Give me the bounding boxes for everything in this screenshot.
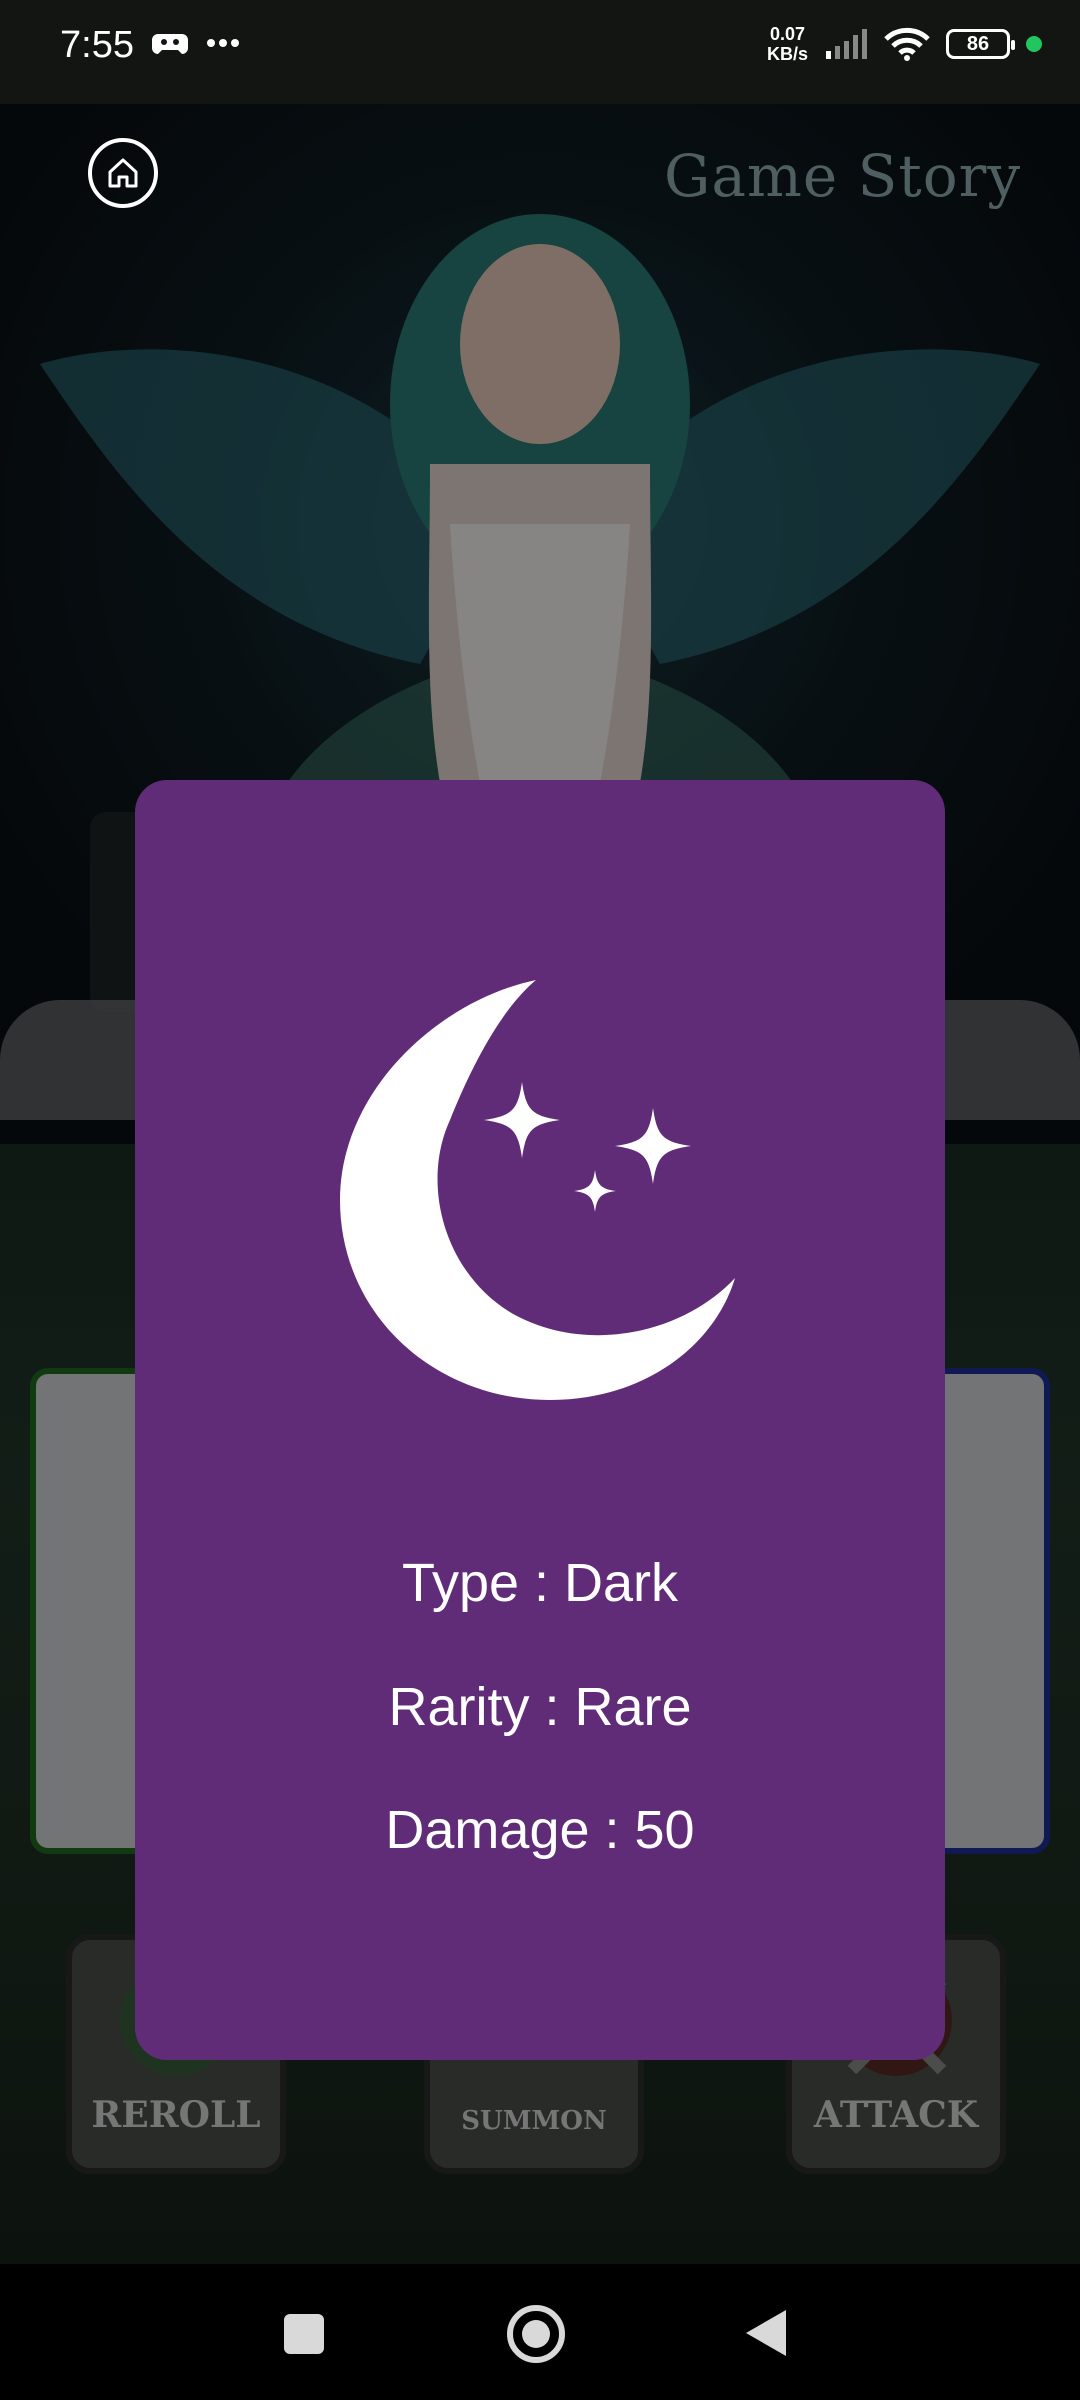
battery-indicator: 86 (946, 29, 1015, 59)
privacy-indicator-dot (1026, 36, 1042, 52)
home-nav-icon[interactable] (504, 2302, 568, 2366)
status-time: 7:55 (60, 24, 134, 66)
card-rarity: Rarity : Rare (388, 1677, 692, 1737)
wifi-icon (884, 27, 930, 61)
card-damage: Damage : 50 (385, 1800, 695, 1860)
game-controller-icon (152, 34, 188, 54)
status-notification-icons (152, 28, 240, 58)
back-icon[interactable] (744, 2308, 788, 2358)
more-dots-icon (207, 39, 239, 47)
card-detail-modal[interactable]: Type : Dark Rarity : Rare Damage : 50 (135, 780, 945, 2060)
status-bar: 7:55 0.07 KB/s 86 (0, 0, 1080, 104)
network-speed-unit: KB/s (766, 44, 808, 64)
home-icon (108, 158, 138, 188)
recents-icon[interactable] (282, 2312, 326, 2356)
home-button[interactable] (88, 138, 158, 208)
status-right-group: 0.07 KB/s 86 (767, 24, 1042, 64)
navigation-bar (0, 2264, 1080, 2400)
card-type: Type : Dark (401, 1553, 679, 1613)
moon-stars-icon (340, 980, 735, 1400)
network-speed-value: 0.07 (769, 24, 806, 44)
network-speed: 0.07 KB/s (767, 24, 808, 64)
signal-icon (826, 29, 867, 59)
game-title: Game Story (664, 142, 1022, 210)
